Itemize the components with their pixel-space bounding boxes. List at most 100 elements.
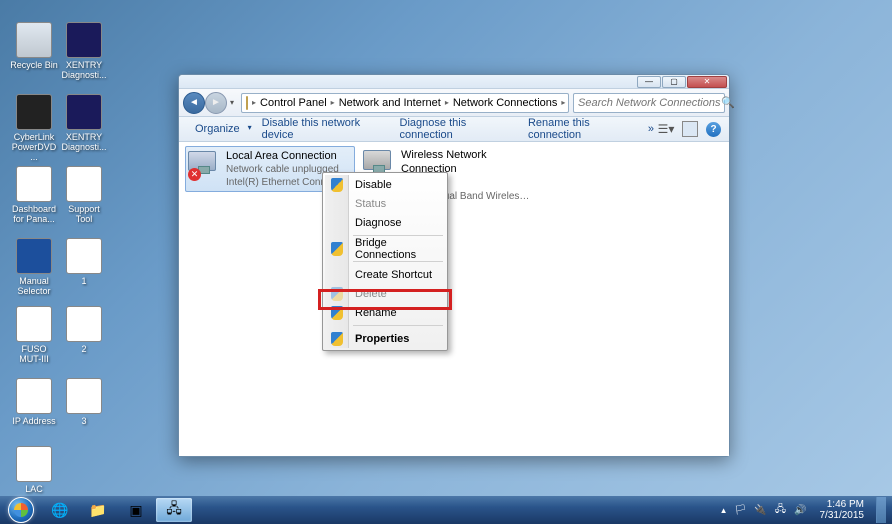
menu-item-shortcut[interactable]: Create Shortcut — [325, 265, 445, 284]
system-tray: ▲ 🏳 🔌 🖧 🔊 1:46 PM 7/31/2015 — [716, 497, 890, 523]
desktop-icon[interactable]: IP Address — [8, 378, 60, 427]
chevron-right-icon: ▸ — [445, 98, 449, 107]
network-adapter-icon: ✕ — [188, 149, 220, 181]
organize-menu[interactable]: Organize — [187, 123, 254, 135]
show-desktop-button[interactable] — [876, 497, 886, 523]
content-area: ✕ Local Area Connection Network cable un… — [179, 142, 729, 456]
desktop-icon[interactable]: 1 — [58, 238, 110, 287]
taskbar: 🌐 📁 ▣ 🖧 ▲ 🏳 🔌 🖧 🔊 1:46 PM 7/31/2015 — [0, 496, 892, 524]
desktop: Recycle BinXENTRY Diagnosti...CyberLink … — [0, 0, 892, 496]
power-icon[interactable]: 🔌 — [754, 503, 768, 517]
desktop-icon[interactable]: 2 — [58, 306, 110, 355]
desktop-icon[interactable]: Manual Selector — [8, 238, 60, 297]
shield-icon — [329, 305, 345, 321]
chevron-right-icon: ▸ — [252, 98, 256, 107]
app-icon — [16, 446, 52, 482]
desktop-icon[interactable]: XENTRY Diagnosti... — [58, 22, 110, 81]
chevron-right-icon: ▸ — [561, 98, 565, 107]
date-text: 7/31/2015 — [820, 510, 865, 521]
app-icon — [16, 238, 52, 274]
back-button[interactable]: ◄ — [183, 92, 205, 114]
shield-icon — [329, 331, 345, 347]
app-icon — [66, 94, 102, 130]
desktop-icon[interactable]: Support Tool — [58, 166, 110, 225]
menu-item-bridge[interactable]: Bridge Connections — [325, 239, 445, 258]
forward-button[interactable]: ► — [205, 92, 227, 114]
nav-toolbar: ◄ ► ▾ ▸ Control Panel ▸ Network and Inte… — [179, 89, 729, 117]
icon-label: XENTRY Diagnosti... — [58, 61, 110, 81]
menu-label: Diagnose — [355, 217, 401, 229]
tray-overflow-icon[interactable]: ▲ — [720, 506, 728, 515]
taskbar-explorer[interactable]: 📁 — [80, 498, 116, 522]
app-icon — [66, 166, 102, 202]
chevron-right-icon: ▸ — [331, 98, 335, 107]
desktop-icon[interactable]: CyberLink PowerDVD ... — [8, 94, 60, 163]
desktop-icon[interactable]: XENTRY Diagnosti... — [58, 94, 110, 153]
app-icon — [66, 306, 102, 342]
diagnose-connection-button[interactable]: Diagnose this connection — [392, 117, 520, 141]
action-center-icon[interactable]: 🏳 — [734, 503, 748, 517]
menu-label: Bridge Connections — [355, 237, 445, 261]
menu-label: Rename — [355, 307, 397, 319]
menu-item-properties[interactable]: Properties — [325, 329, 445, 348]
disable-device-button[interactable]: Disable this network device — [254, 117, 392, 141]
menu-item-diagnose[interactable]: Diagnose — [325, 213, 445, 232]
network-connections-window: — ▢ ✕ ◄ ► ▾ ▸ Control Panel ▸ Network an… — [178, 74, 730, 457]
icon-label: XENTRY Diagnosti... — [58, 133, 110, 153]
app-icon — [16, 166, 52, 202]
taskbar-network-window[interactable]: 🖧 — [156, 498, 192, 522]
icon-label: Dashboard for Pana... — [8, 205, 60, 225]
app-icon — [16, 94, 52, 130]
breadcrumb-item[interactable]: Network and Internet — [339, 97, 441, 109]
menu-item-delete: Delete — [325, 284, 445, 303]
network-tray-icon[interactable]: 🖧 — [774, 503, 788, 517]
time-text: 1:46 PM — [820, 499, 865, 510]
icon-label: 1 — [58, 277, 110, 287]
icon-label: Recycle Bin — [8, 61, 60, 71]
menu-label: Create Shortcut — [355, 269, 432, 281]
icon-label: 3 — [58, 417, 110, 427]
search-box[interactable]: 🔍 — [573, 93, 725, 113]
menu-label: Status — [355, 198, 386, 210]
minimize-button[interactable]: — — [637, 76, 661, 88]
desktop-icon[interactable]: FUSO MUT-III — [8, 306, 60, 365]
desktop-icon[interactable]: 3 — [58, 378, 110, 427]
icon-label: FUSO MUT-III — [8, 345, 60, 365]
menu-separator — [353, 261, 443, 262]
toolbar-overflow[interactable]: » — [644, 123, 658, 135]
help-icon[interactable]: ? — [706, 122, 721, 137]
breadcrumb-item[interactable]: Network Connections — [453, 97, 558, 109]
menu-label: Delete — [355, 288, 387, 300]
error-badge-icon: ✕ — [188, 168, 201, 181]
maximize-button[interactable]: ▢ — [662, 76, 686, 88]
search-input[interactable] — [578, 97, 721, 109]
clock[interactable]: 1:46 PM 7/31/2015 — [814, 499, 871, 521]
command-toolbar: Organize Disable this network device Dia… — [179, 117, 729, 142]
shield-icon — [329, 241, 345, 257]
desktop-icon[interactable]: Recycle Bin — [8, 22, 60, 71]
menu-label: Properties — [355, 333, 409, 345]
taskbar-ie[interactable]: 🌐 — [42, 498, 78, 522]
desktop-icon[interactable]: Dashboard for Pana... — [8, 166, 60, 225]
breadcrumb[interactable]: ▸ Control Panel ▸ Network and Internet ▸… — [241, 93, 569, 113]
nav-history-dropdown[interactable]: ▾ — [227, 92, 237, 114]
icon-label: LAC — [8, 485, 60, 495]
menu-item-status: Status — [325, 194, 445, 213]
desktop-icon[interactable]: LAC — [8, 446, 60, 495]
menu-item-disable[interactable]: Disable — [325, 175, 445, 194]
start-button[interactable] — [2, 497, 40, 523]
menu-item-rename[interactable]: Rename — [325, 303, 445, 322]
search-icon[interactable]: 🔍 — [721, 96, 735, 109]
rename-connection-button[interactable]: Rename this connection — [520, 117, 644, 141]
taskbar-app[interactable]: ▣ — [118, 498, 154, 522]
window-titlebar: — ▢ ✕ — [179, 75, 729, 89]
volume-icon[interactable]: 🔊 — [794, 503, 808, 517]
app-icon — [66, 378, 102, 414]
preview-pane-icon[interactable] — [682, 121, 698, 137]
context-menu: Disable Status Diagnose Bridge Connectio… — [322, 172, 448, 351]
breadcrumb-item[interactable]: Control Panel — [260, 97, 327, 109]
view-options-icon[interactable]: ☰▾ — [658, 121, 674, 137]
close-button[interactable]: ✕ — [687, 76, 727, 88]
app-icon — [66, 22, 102, 58]
connection-name: Local Area Connection — [226, 149, 352, 163]
